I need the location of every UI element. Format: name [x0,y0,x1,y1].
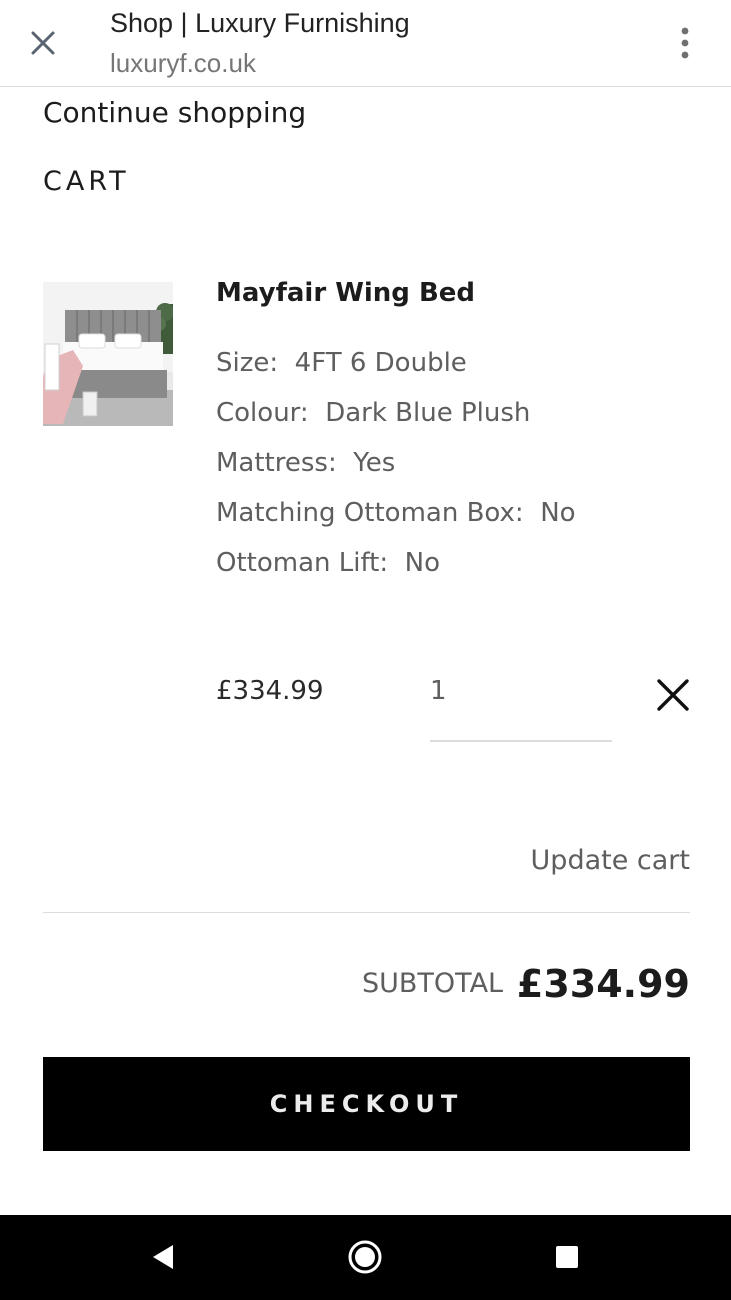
option-size: Size: 4FT 6 Double [216,348,467,378]
product-thumbnail[interactable] [43,282,173,426]
recents-icon[interactable] [545,1235,589,1279]
option-colour: Colour: Dark Blue Plush [216,398,530,428]
browser-top-bar: Shop | Luxury Furnishing luxuryf.co.uk [0,0,731,87]
subtotal-value: £334.99 [516,962,690,1006]
option-value: No [540,498,576,528]
option-label: Size: [216,348,279,378]
more-vert-icon[interactable] [672,26,698,60]
divider [43,912,690,913]
continue-shopping-link[interactable]: Continue shopping [43,96,306,129]
bed-product-image [43,282,173,426]
subtotal-label: SUBTOTAL [362,968,504,999]
system-nav-bar [0,1215,731,1300]
update-cart-button[interactable]: Update cart [531,845,690,876]
option-label: Mattress: [216,448,337,478]
option-value: 4FT 6 Double [294,348,467,378]
quantity-input[interactable]: 1 [430,664,612,742]
home-icon[interactable] [343,1235,387,1279]
cart-heading: CART [43,166,130,197]
back-icon[interactable] [141,1235,185,1279]
option-ottoman-lift: Ottoman Lift: No [216,548,440,578]
checkout-label: CHECKOUT [269,1090,464,1118]
option-label: Colour: [216,398,309,428]
browser-url[interactable]: luxuryf.co.uk [110,48,256,79]
option-value: Yes [353,448,396,478]
option-mattress: Mattress: Yes [216,448,395,478]
close-icon[interactable] [28,28,58,58]
option-label: Ottoman Lift: [216,548,389,578]
option-value: Dark Blue Plush [325,398,531,428]
browser-page-title: Shop | Luxury Furnishing [110,8,410,38]
product-name[interactable]: Mayfair Wing Bed [216,278,475,308]
option-ottoman-box: Matching Ottoman Box: No [216,498,576,528]
quantity-value: 1 [430,676,447,706]
option-label: Matching Ottoman Box: [216,498,524,528]
remove-icon[interactable] [654,676,692,714]
option-value: No [404,548,441,578]
checkout-button[interactable]: CHECKOUT [43,1057,690,1151]
item-price: £334.99 [216,676,324,706]
